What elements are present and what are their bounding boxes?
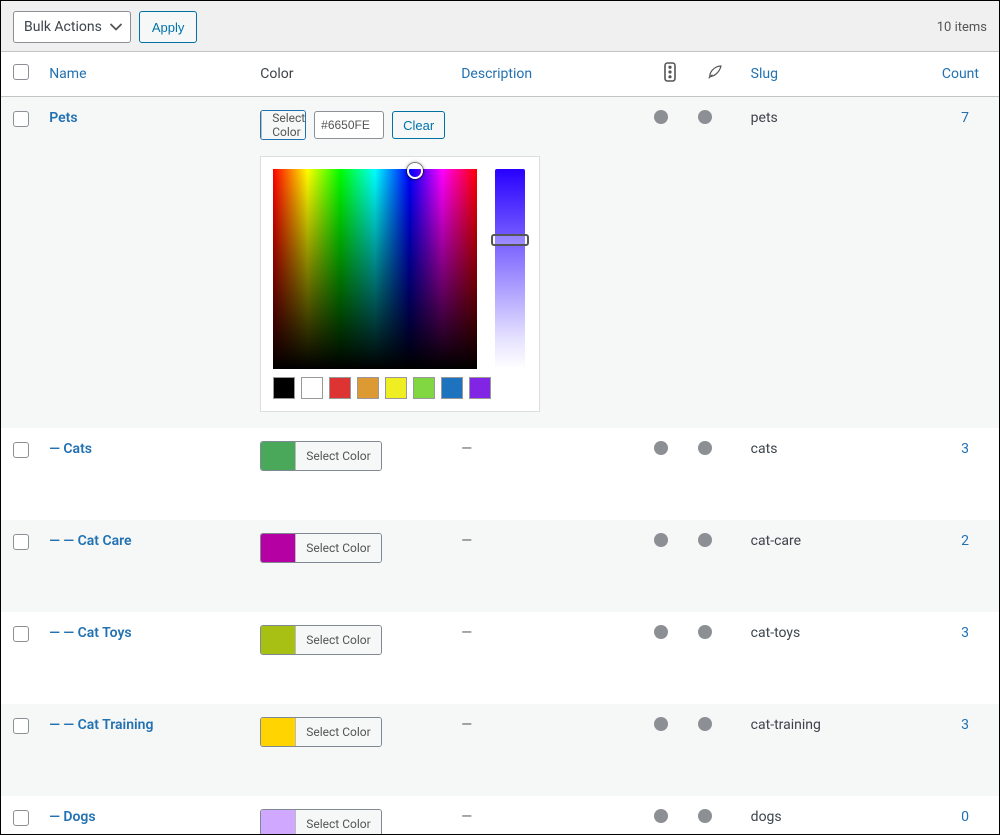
palette-swatch[interactable] — [413, 377, 435, 399]
select-color-label: Select Color — [295, 810, 380, 835]
saturation-handle[interactable] — [407, 163, 423, 179]
count-link[interactable]: 3 — [961, 717, 969, 733]
table-row: — Cats Select Color — cats 3 — [1, 428, 999, 520]
palette-swatch[interactable] — [441, 377, 463, 399]
status-dot — [698, 533, 712, 547]
description-value: — — [461, 717, 472, 733]
status-dot — [698, 110, 712, 124]
saturation-picker[interactable] — [273, 169, 477, 369]
row-checkbox[interactable] — [13, 626, 29, 642]
select-color-label: Select Color — [295, 626, 380, 654]
palette-row — [273, 377, 527, 399]
value-slider-handle[interactable] — [491, 234, 529, 246]
table-row: — Dogs Select Color — dogs 0 — [1, 796, 999, 835]
description-value: — — [461, 441, 472, 457]
slug-value: dogs — [751, 809, 782, 825]
color-swatch — [261, 534, 295, 562]
color-swatch — [261, 626, 295, 654]
select-color-label: Select Color — [295, 534, 380, 562]
select-color-label: Select Color — [261, 111, 306, 139]
select-all-checkbox[interactable] — [13, 64, 29, 80]
category-name-link[interactable]: — — Cat Care — [49, 533, 131, 549]
status-dot — [654, 441, 668, 455]
palette-swatch[interactable] — [273, 377, 295, 399]
bulk-actions-label: Bulk Actions — [24, 19, 102, 35]
select-color-button[interactable]: Select Color — [260, 110, 306, 140]
select-color-label: Select Color — [295, 718, 380, 746]
slug-value: cats — [751, 441, 778, 457]
status-dot — [654, 110, 668, 124]
category-name-link[interactable]: Pets — [49, 110, 77, 126]
select-color-button[interactable]: Select Color — [260, 625, 381, 655]
status-dot — [698, 809, 712, 823]
clear-button[interactable]: Clear — [392, 111, 445, 139]
status-dot — [654, 717, 668, 731]
table-row: Pets Select Color Clear pets 7 — [1, 97, 999, 429]
status-dot — [698, 441, 712, 455]
slug-value: pets — [751, 110, 778, 126]
color-swatch — [261, 810, 295, 835]
status-dot — [698, 625, 712, 639]
hex-input[interactable] — [314, 111, 384, 139]
color-swatch — [261, 442, 295, 470]
bulk-actions-select[interactable]: Bulk Actions — [13, 11, 131, 43]
apply-button-label: Apply — [152, 20, 185, 35]
count-link[interactable]: 2 — [961, 533, 969, 549]
column-slug[interactable]: Slug — [751, 66, 778, 82]
item-count: 10 items — [937, 20, 987, 35]
select-color-button[interactable]: Select Color — [260, 441, 381, 471]
color-swatch — [261, 718, 295, 746]
traffic-light-icon — [662, 62, 678, 82]
category-name-link[interactable]: — Cats — [49, 441, 92, 457]
column-name[interactable]: Name — [49, 66, 86, 82]
row-checkbox[interactable] — [13, 718, 29, 734]
slug-value: cat-training — [751, 717, 821, 733]
palette-swatch[interactable] — [301, 377, 323, 399]
status-dot — [654, 809, 668, 823]
column-description[interactable]: Description — [461, 66, 532, 82]
palette-swatch[interactable] — [357, 377, 379, 399]
count-link[interactable]: 3 — [961, 625, 969, 641]
apply-button[interactable]: Apply — [139, 11, 198, 43]
select-color-button[interactable]: Select Color — [260, 809, 381, 835]
description-value: — — [461, 809, 472, 825]
chevron-down-icon — [109, 20, 123, 34]
palette-swatch[interactable] — [385, 377, 407, 399]
table-row: — — Cat Toys Select Color — cat-toys 3 — [1, 612, 999, 704]
table-row: — — Cat Training Select Color — cat-trainin… — [1, 704, 999, 796]
row-checkbox[interactable] — [13, 111, 29, 127]
category-name-link[interactable]: — — Cat Training — [49, 717, 153, 733]
palette-swatch[interactable] — [469, 377, 491, 399]
select-color-button[interactable]: Select Color — [260, 533, 381, 563]
status-dot — [698, 717, 712, 731]
table-row: — — Cat Care Select Color — cat-care 2 — [1, 520, 999, 612]
count-link[interactable]: 0 — [961, 809, 969, 825]
column-count[interactable]: Count — [942, 66, 979, 82]
tablenav-top: Bulk Actions Apply 10 items — [1, 1, 999, 52]
row-checkbox[interactable] — [13, 442, 29, 458]
description-value: — — [461, 625, 472, 641]
row-checkbox[interactable] — [13, 810, 29, 826]
palette-swatch[interactable] — [329, 377, 351, 399]
categories-table: Name Color Description — [1, 52, 999, 835]
slug-value: cat-care — [751, 533, 801, 549]
select-color-button[interactable]: Select Color — [260, 717, 381, 747]
category-name-link[interactable]: — — Cat Toys — [49, 625, 131, 641]
feather-icon — [706, 63, 724, 81]
status-dot — [654, 625, 668, 639]
slug-value: cat-toys — [751, 625, 801, 641]
category-name-link[interactable]: — Dogs — [49, 809, 95, 825]
status-dot — [654, 533, 668, 547]
count-link[interactable]: 7 — [961, 110, 969, 126]
column-color: Color — [252, 52, 453, 97]
count-link[interactable]: 3 — [961, 441, 969, 457]
value-slider[interactable] — [495, 169, 525, 369]
select-color-label: Select Color — [295, 442, 380, 470]
row-checkbox[interactable] — [13, 534, 29, 550]
description-value: — — [461, 533, 472, 549]
color-picker-panel — [260, 156, 540, 412]
